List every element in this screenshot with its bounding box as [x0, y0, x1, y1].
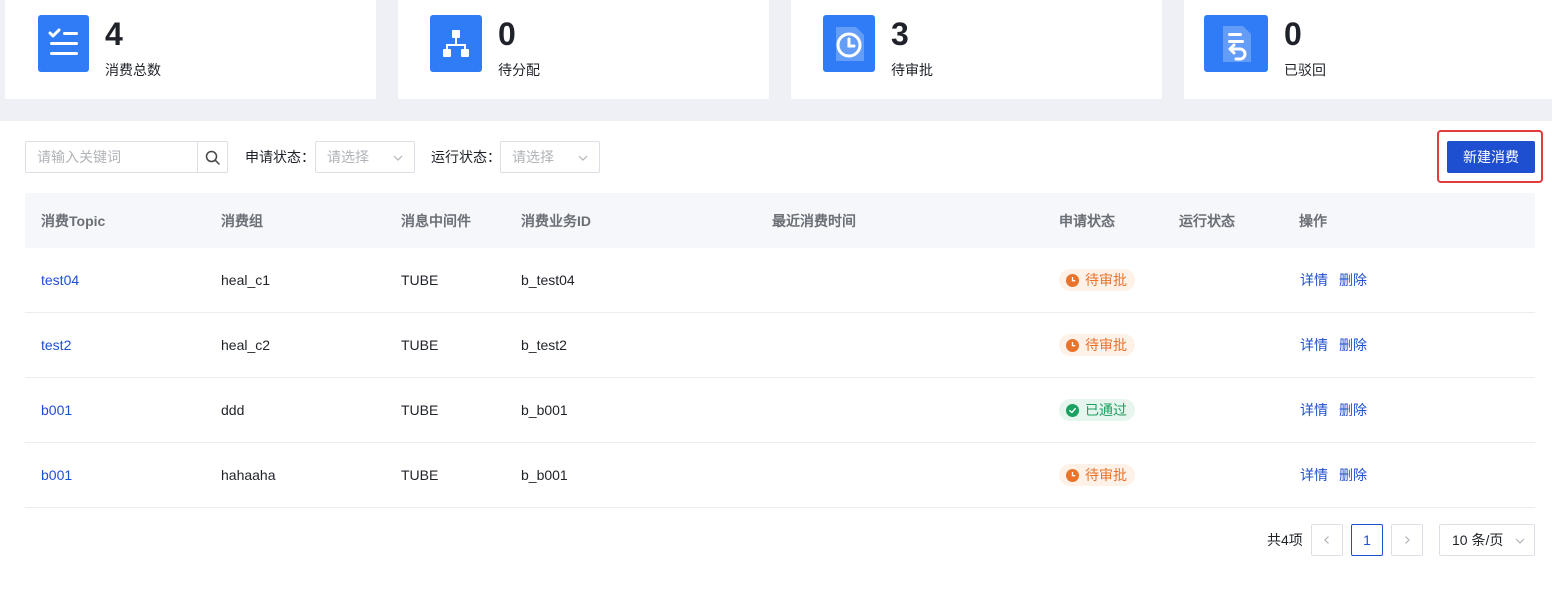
page-button-current[interactable]: 1 — [1351, 524, 1383, 556]
topic-link[interactable]: test2 — [41, 336, 71, 354]
column-header-actions: 操作 — [1299, 213, 1327, 229]
delete-link[interactable]: 删除 — [1339, 466, 1367, 484]
apply-status-select[interactable]: 请选择 — [315, 141, 415, 173]
column-header-run-status: 运行状态 — [1179, 213, 1235, 229]
run-status-placeholder: 请选择 — [512, 149, 554, 165]
delete-link[interactable]: 删除 — [1339, 271, 1367, 289]
business-id-cell: b_b001 — [521, 402, 568, 418]
column-header-group: 消费组 — [221, 213, 263, 229]
status-label: 待审批 — [1085, 272, 1127, 288]
chevron-left-icon — [1324, 536, 1329, 544]
search-box — [25, 141, 228, 173]
status-badge: 待审批 — [1059, 269, 1135, 291]
prev-page-button[interactable] — [1311, 524, 1343, 556]
hierarchy-icon — [430, 15, 482, 72]
clock-icon — [1066, 468, 1079, 482]
return-document-icon — [1204, 15, 1268, 72]
stat-value: 4 — [105, 16, 123, 52]
stat-value: 0 — [498, 16, 516, 52]
status-badge: 已通过 — [1059, 399, 1135, 421]
business-id-cell: b_test2 — [521, 337, 567, 353]
stat-card-unassigned: 0 待分配 — [398, 0, 769, 99]
group-cell: heal_c1 — [221, 272, 271, 288]
status-badge: 待审批 — [1059, 334, 1135, 356]
column-header-last-time: 最近消费时间 — [772, 213, 856, 229]
topic-link[interactable]: b001 — [41, 401, 72, 419]
search-button[interactable] — [197, 142, 227, 172]
new-consumption-button[interactable]: 新建消费 — [1447, 141, 1535, 173]
pagination: 共4项 1 10 条/页 — [0, 523, 1552, 557]
next-page-button[interactable] — [1391, 524, 1423, 556]
run-status-label: 运行状态： — [431, 149, 501, 165]
stat-value: 3 — [891, 16, 909, 52]
group-cell: hahaaha — [221, 467, 276, 483]
detail-link[interactable]: 详情 — [1300, 271, 1328, 289]
apply-status-label: 申请状态： — [245, 149, 315, 165]
stat-label: 待分配 — [498, 62, 540, 78]
stat-value: 0 — [1284, 16, 1302, 52]
stat-card-rejected: 0 已驳回 — [1184, 0, 1552, 99]
table-row: test04 heal_c1 TUBE b_test04 待审批 详情 删除 — [25, 248, 1535, 313]
middleware-cell: TUBE — [401, 402, 439, 418]
table-row: b001 ddd TUBE b_b001 已通过 详情 删除 — [25, 378, 1535, 443]
page-size-select[interactable]: 10 条/页 — [1439, 524, 1535, 556]
column-header-topic: 消费Topic — [41, 213, 106, 229]
clock-icon — [1066, 273, 1079, 287]
consumption-panel: 申请状态： 请选择 运行状态： 请选择 新建消费 消费Topic 消费组 消息中… — [0, 121, 1552, 591]
status-label: 待审批 — [1085, 337, 1127, 353]
middleware-cell: TUBE — [401, 272, 439, 288]
business-id-cell: b_b001 — [521, 467, 568, 483]
topic-link[interactable]: b001 — [41, 466, 72, 484]
search-icon — [205, 150, 220, 165]
run-status-select[interactable]: 请选择 — [500, 141, 600, 173]
detail-link[interactable]: 详情 — [1300, 401, 1328, 419]
stat-label: 消费总数 — [105, 62, 161, 78]
middleware-cell: TUBE — [401, 337, 439, 353]
page-size-value: 10 条/页 — [1452, 532, 1504, 548]
group-cell: ddd — [221, 402, 245, 418]
status-label: 已通过 — [1085, 402, 1127, 418]
table-header: 消费Topic 消费组 消息中间件 消费业务ID 最近消费时间 申请状态 运行状… — [25, 193, 1535, 248]
apply-status-placeholder: 请选择 — [327, 149, 369, 165]
search-input[interactable] — [26, 142, 197, 172]
consumption-table: 消费Topic 消费组 消息中间件 消费业务ID 最近消费时间 申请状态 运行状… — [25, 193, 1535, 508]
chevron-right-icon — [1405, 536, 1410, 544]
chevron-down-icon — [578, 155, 588, 161]
chevron-down-icon — [1515, 538, 1525, 544]
column-header-business-id: 消费业务ID — [521, 213, 591, 229]
delete-link[interactable]: 删除 — [1339, 336, 1367, 354]
status-label: 待审批 — [1085, 467, 1127, 483]
detail-link[interactable]: 详情 — [1300, 466, 1328, 484]
stat-card-pending: 3 待审批 — [791, 0, 1162, 99]
detail-link[interactable]: 详情 — [1300, 336, 1328, 354]
stat-card-total: 4 消费总数 — [5, 0, 376, 99]
business-id-cell: b_test04 — [521, 272, 575, 288]
clock-document-icon — [823, 15, 875, 72]
middleware-cell: TUBE — [401, 467, 439, 483]
table-row: test2 heal_c2 TUBE b_test2 待审批 详情 删除 — [25, 313, 1535, 378]
delete-link[interactable]: 删除 — [1339, 401, 1367, 419]
status-badge: 待审批 — [1059, 464, 1135, 486]
column-header-middleware: 消息中间件 — [401, 213, 471, 229]
pagination-total: 共4项 — [1267, 532, 1303, 548]
chevron-down-icon — [393, 155, 403, 161]
stat-label: 已驳回 — [1284, 62, 1326, 78]
stats-bar: 4 消费总数 0 待分配 3 待审批 0 已驳回 — [0, 0, 1552, 99]
checklist-icon — [38, 15, 89, 72]
clock-icon — [1066, 338, 1079, 352]
topic-link[interactable]: test04 — [41, 271, 79, 289]
stat-label: 待审批 — [891, 62, 933, 78]
check-circle-icon — [1066, 403, 1079, 417]
group-cell: heal_c2 — [221, 337, 271, 353]
column-header-apply-status: 申请状态 — [1059, 213, 1115, 229]
table-row: b001 hahaaha TUBE b_b001 待审批 详情 删除 — [25, 443, 1535, 508]
